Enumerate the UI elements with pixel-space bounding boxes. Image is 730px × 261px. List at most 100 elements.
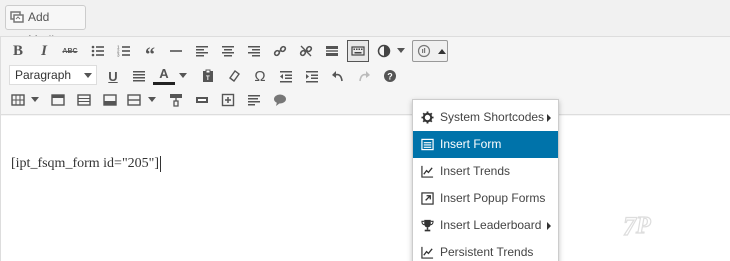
menu-item-label: Insert Form [440, 137, 502, 151]
menu-item-persistent-trends[interactable]: Persistent Trends [413, 239, 558, 261]
align-right-button[interactable] [243, 40, 265, 62]
text-lines-button[interactable] [243, 89, 265, 111]
format-select[interactable]: Paragraph [9, 65, 97, 85]
table-properties-button[interactable] [47, 89, 69, 111]
bold-button[interactable]: B [7, 40, 29, 62]
omega-icon: Ω [254, 67, 266, 85]
read-more-button[interactable] [321, 40, 343, 62]
contrast-icon [377, 44, 391, 58]
gear-icon [421, 111, 434, 124]
menu-item-insert-form[interactable]: Insert Form [413, 131, 558, 158]
shortcode-text[interactable]: [ipt_fsqm_form id="205"] [11, 156, 162, 172]
editor-toolbar: B I ABC 123 “ Paragraph U A T Ω ? [1, 37, 730, 115]
editor-content-area[interactable]: [ipt_fsqm_form id="205"] 7 P [1, 116, 730, 261]
chevron-right-icon [547, 114, 551, 122]
chevron-up-icon [438, 49, 446, 54]
paint-roller-icon [170, 94, 182, 107]
format-select-value: Paragraph [15, 68, 72, 82]
insert-box-button[interactable] [217, 89, 239, 111]
indent-icon [306, 71, 318, 83]
indent-button[interactable] [301, 65, 323, 87]
menu-item-label: Insert Trends [440, 164, 511, 178]
insert-code-button[interactable] [191, 89, 213, 111]
plugin-logo-icon [417, 44, 431, 58]
trend-chart-icon [421, 246, 434, 259]
align-left-icon [196, 46, 208, 57]
media-bar: Add Media [0, 0, 730, 47]
menu-item-insert-leaderboard[interactable]: Insert Leaderboard [413, 212, 558, 239]
add-media-button[interactable]: Add Media [5, 5, 86, 47]
italic-button[interactable]: I [33, 40, 55, 62]
numbered-list-icon: 123 [117, 45, 130, 58]
text-lines-icon [248, 95, 260, 106]
help-icon: ? [384, 70, 396, 82]
undo-button[interactable] [327, 65, 349, 87]
text-color-button[interactable]: A [153, 65, 175, 85]
text-color-icon: A [159, 66, 169, 81]
media-icon [10, 11, 24, 23]
align-center-button[interactable] [217, 40, 239, 62]
row-after-button[interactable] [99, 89, 121, 111]
horizontal-line-button[interactable] [165, 40, 187, 62]
justify-icon [133, 71, 145, 82]
plugin-watermark-logo: 7 P [622, 211, 651, 241]
plus-box-icon [221, 93, 235, 107]
contrast-button[interactable] [373, 40, 395, 62]
toolbar-row-2: Paragraph U A T Ω ? [1, 64, 730, 88]
speech-bubble-icon [274, 94, 286, 106]
redo-button[interactable] [353, 65, 375, 87]
svg-text:7: 7 [623, 212, 637, 241]
editor-frame: B I ABC 123 “ Paragraph U A T Ω ? [ipt_f… [0, 36, 730, 261]
chevron-down-icon[interactable] [148, 97, 156, 102]
menu-item-label: System Shortcodes [440, 110, 545, 124]
blockquote-button[interactable]: “ [139, 40, 161, 66]
row-before-button[interactable] [73, 89, 95, 111]
row-after-icon [103, 94, 117, 106]
help-button[interactable]: ? [379, 65, 401, 87]
shortcode-dropdown-menu: System Shortcodes Insert Form Insert Tre… [412, 99, 559, 261]
chevron-down-icon[interactable] [179, 73, 187, 78]
link-icon [273, 45, 287, 57]
outdent-icon [280, 71, 292, 83]
popup-icon [421, 192, 434, 205]
row-options-icon [127, 94, 141, 106]
shortcode-value: [ipt_fsqm_form id="205"] [11, 156, 160, 172]
row-options-button[interactable] [123, 89, 145, 111]
menu-item-system-shortcodes[interactable]: System Shortcodes [413, 104, 558, 131]
special-character-button[interactable]: Ω [249, 65, 271, 87]
read-more-icon [326, 46, 338, 56]
table-button[interactable] [7, 89, 29, 111]
underline-icon: U [108, 68, 118, 84]
remove-link-button[interactable] [295, 40, 317, 62]
code-block-icon [196, 97, 208, 103]
menu-item-insert-popup-forms[interactable]: Insert Popup Forms [413, 185, 558, 212]
table-icon [11, 94, 25, 106]
menu-item-insert-trends[interactable]: Insert Trends [413, 158, 558, 185]
toolbar-row-3 [1, 88, 730, 112]
clear-formatting-button[interactable] [223, 65, 245, 87]
row-before-icon [77, 94, 91, 106]
trend-chart-icon [421, 165, 434, 178]
bullet-list-button[interactable] [87, 40, 109, 62]
toolbar-toggle-button[interactable] [347, 40, 369, 62]
insert-link-button[interactable] [269, 40, 291, 62]
plugin-shortcode-button[interactable] [412, 40, 448, 62]
svg-text:3: 3 [117, 53, 120, 58]
menu-item-label: Insert Leaderboard [440, 218, 542, 232]
align-left-button[interactable] [191, 40, 213, 62]
chevron-right-icon [547, 222, 551, 230]
comment-button[interactable] [269, 89, 291, 111]
toolbar-row-1: B I ABC 123 “ [1, 39, 730, 66]
chevron-down-icon[interactable] [31, 97, 39, 102]
chevron-down-icon[interactable] [397, 48, 405, 53]
redo-icon [359, 71, 370, 82]
underline-button[interactable]: U [102, 65, 124, 87]
numbered-list-button[interactable]: 123 [113, 40, 135, 62]
align-right-icon [248, 46, 260, 57]
paste-text-button[interactable]: T [197, 65, 219, 87]
strikethrough-button[interactable]: ABC [59, 40, 81, 62]
outdent-button[interactable] [275, 65, 297, 87]
justify-button[interactable] [128, 65, 150, 87]
format-painter-button[interactable] [165, 89, 187, 111]
bullet-list-icon [91, 45, 104, 57]
